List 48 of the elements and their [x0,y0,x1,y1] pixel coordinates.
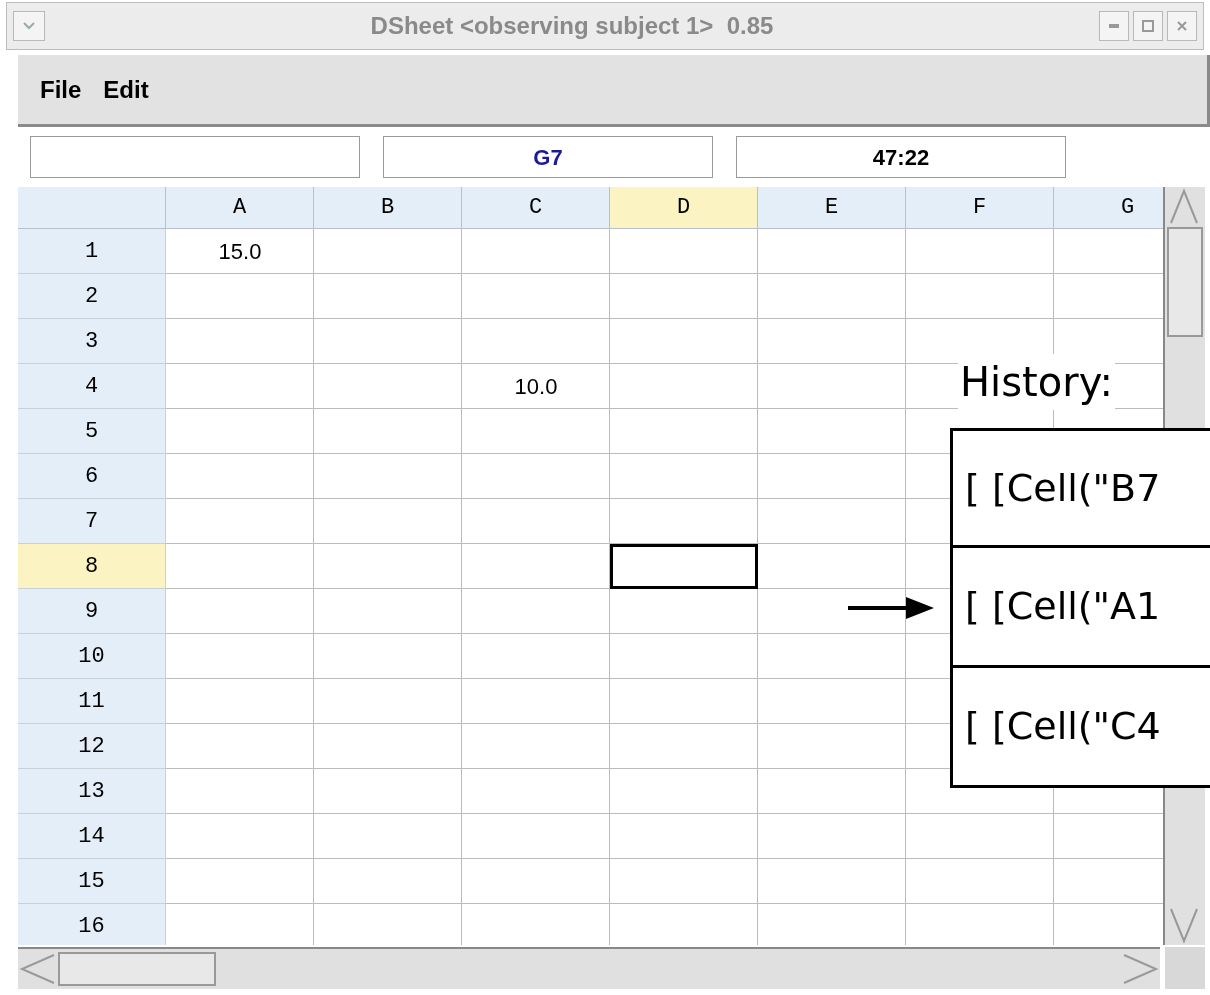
row-header[interactable]: 9 [18,589,166,634]
text-field[interactable]: G7 [383,136,713,178]
row-header[interactable]: 2 [18,274,166,319]
close-button[interactable] [1167,11,1197,41]
column-header[interactable]: B [314,187,462,229]
row-header[interactable]: 6 [18,454,166,499]
row-header[interactable]: 4 [18,364,166,409]
row-header[interactable]: 7 [18,499,166,544]
row-header[interactable]: 8 [18,544,166,589]
history-entry[interactable]: [ [Cell("B7 [950,428,1210,548]
row-header[interactable]: 16 [18,904,166,945]
scrollbar-thumb[interactable] [1167,227,1203,337]
table-cell[interactable] [610,544,758,589]
row-header[interactable]: 1 [18,229,166,274]
minimize-icon [1109,24,1119,28]
row-header[interactable]: 5 [18,409,166,454]
text-field[interactable] [30,136,360,178]
horizontal-scrollbar[interactable] [18,947,1160,989]
menu-item[interactable]: Edit [103,71,149,108]
table-cell[interactable]: 10.0 [462,364,610,409]
row-header[interactable]: 3 [18,319,166,364]
chevron-down-icon [22,21,36,31]
window-title: DSheet <observing subject 1> 0.85 [370,11,774,41]
text-field[interactable]: 47:22 [736,136,1066,178]
column-header[interactable]: D [610,187,758,229]
minimize-button[interactable] [1099,11,1129,41]
close-icon [1176,20,1188,32]
row-header[interactable]: 10 [18,634,166,679]
window-menu-button[interactable] [13,11,45,41]
menu-item[interactable]: File [40,71,82,108]
column-header[interactable]: E [758,187,906,229]
column-header[interactable]: F [906,187,1054,229]
row-header[interactable]: 12 [18,724,166,769]
history-label: History: [958,354,1115,410]
row-header[interactable]: 14 [18,814,166,859]
table-cell[interactable]: 15.0 [166,229,314,274]
maximize-button[interactable] [1133,11,1163,41]
row-header[interactable]: 11 [18,679,166,724]
row-header[interactable]: 13 [18,769,166,814]
column-header[interactable]: C [462,187,610,229]
column-header[interactable]: A [166,187,314,229]
scrollbar-corner [1165,947,1205,989]
history-entry[interactable]: [ [Cell("A1 [950,548,1210,668]
scrollbar-thumb[interactable] [58,952,216,986]
maximize-icon [1142,20,1154,32]
row-header[interactable]: 15 [18,859,166,904]
history-entry[interactable]: [ [Cell("C4 [950,668,1210,788]
column-header[interactable]: G [1054,187,1163,229]
